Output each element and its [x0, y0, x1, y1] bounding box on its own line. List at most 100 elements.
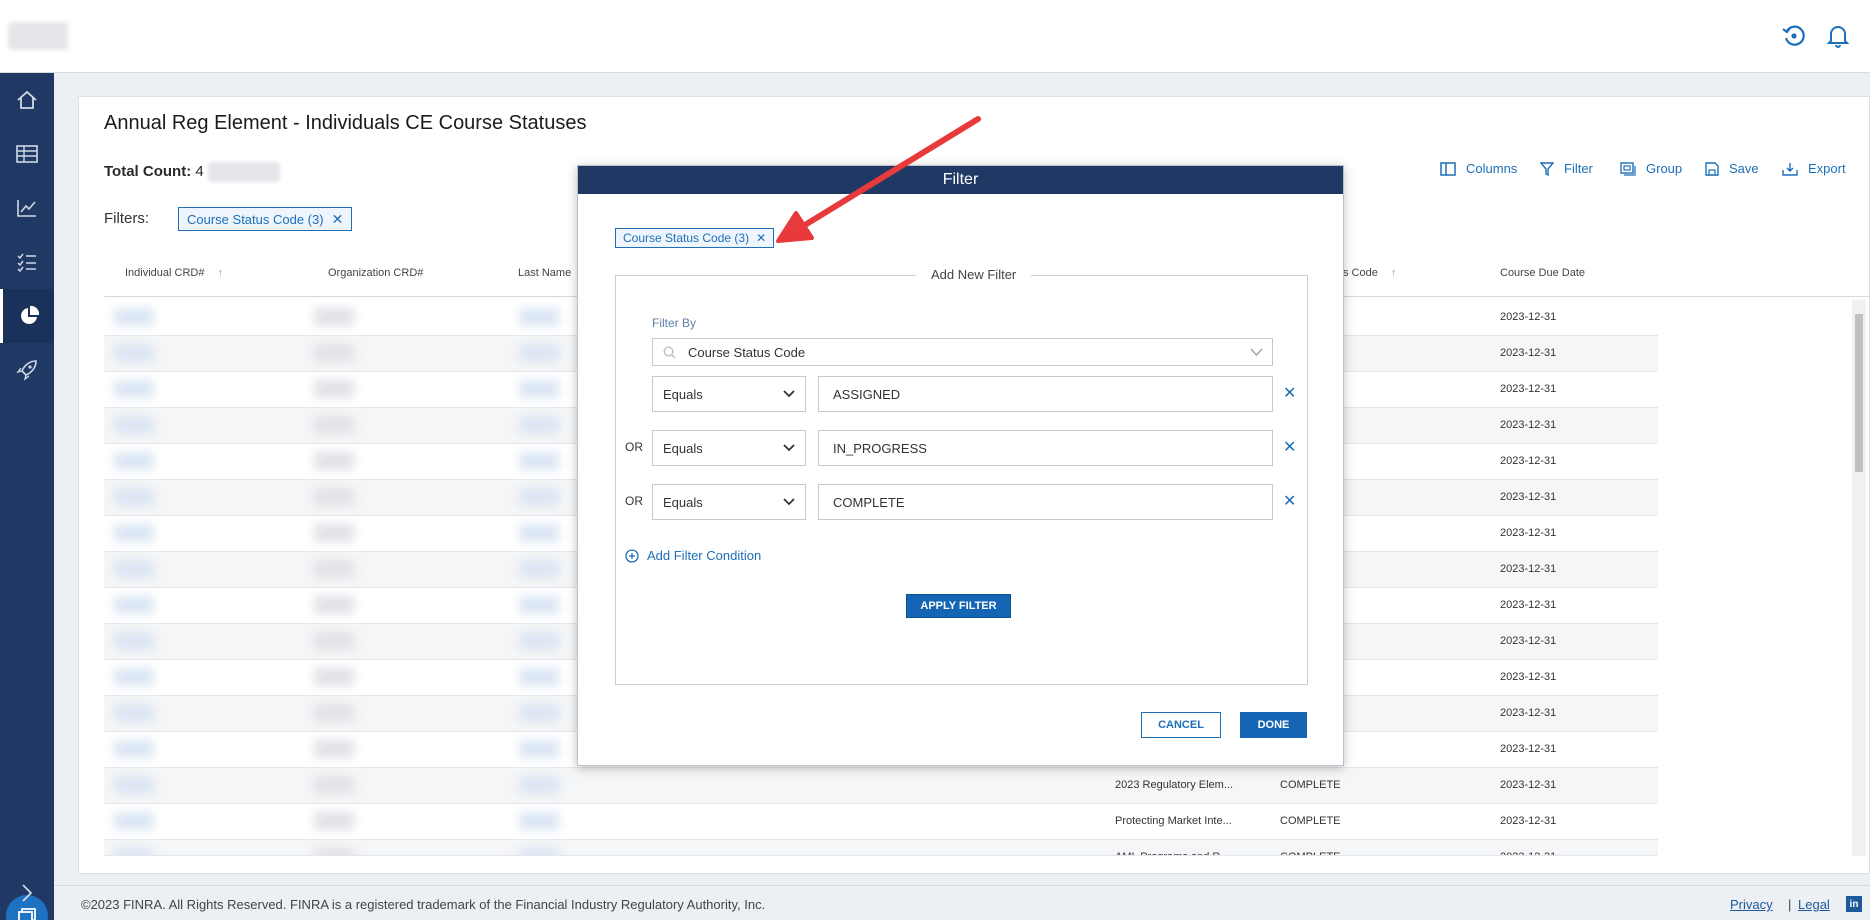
redacted-cell	[519, 308, 559, 326]
header-due-date[interactable]: Course Due Date	[1500, 267, 1585, 279]
condition-connector: OR	[625, 494, 643, 508]
redacted-cell	[114, 344, 154, 362]
footer: ©2023 FINRA. All Rights Reserved. FINRA …	[54, 885, 1870, 920]
header-status-code[interactable]: s Code ↑	[1343, 267, 1396, 279]
chevron-down-icon	[783, 390, 795, 398]
redacted-cell	[519, 848, 559, 855]
export-button[interactable]: Export	[1782, 161, 1846, 176]
due-date-cell: 2023-12-31	[1500, 527, 1557, 539]
redacted-cell	[314, 416, 354, 434]
checklist-icon[interactable]	[0, 235, 54, 289]
condition-value-input[interactable]: ASSIGNED	[818, 376, 1273, 412]
redacted-cell	[519, 776, 559, 794]
done-button[interactable]: DONE	[1240, 712, 1307, 738]
privacy-link[interactable]: Privacy	[1730, 897, 1773, 912]
grid-scrollbar[interactable]	[1852, 300, 1866, 856]
due-date-cell: 2023-12-31	[1500, 599, 1557, 611]
total-count: Total Count: 4	[104, 162, 280, 182]
operator-select[interactable]: Equals	[652, 376, 806, 412]
redacted-cell	[519, 596, 559, 614]
redacted-cell	[114, 632, 154, 650]
status-code-cell: COMPLETE	[1280, 815, 1341, 827]
redacted-cell	[314, 632, 354, 650]
redacted-cell	[114, 812, 154, 830]
add-filter-condition-link[interactable]: Add Filter Condition	[625, 548, 761, 563]
redacted-cell	[114, 488, 154, 506]
remove-filter-icon[interactable]: ✕	[756, 231, 766, 245]
due-date-cell: 2023-12-31	[1500, 383, 1557, 395]
filter-by-label: Filter By	[652, 316, 697, 330]
chevron-down-icon	[783, 498, 795, 506]
redacted-cell	[114, 524, 154, 542]
redacted-cell	[519, 668, 559, 686]
modal-filter-chip-label: Course Status Code (3)	[623, 231, 750, 245]
redacted-cell	[519, 452, 559, 470]
page-title: Annual Reg Element - Individuals CE Cour…	[104, 112, 587, 134]
redacted-cell	[314, 308, 354, 326]
history-icon[interactable]	[1778, 20, 1810, 52]
filter-by-select[interactable]: Course Status Code	[652, 338, 1273, 366]
redacted-cell	[519, 812, 559, 830]
redacted-cell	[114, 704, 154, 722]
trend-chart-icon[interactable]	[0, 181, 54, 235]
header-organization-crd[interactable]: Organization CRD#	[328, 267, 423, 279]
columns-button[interactable]: Columns	[1440, 161, 1517, 176]
modal-title: Filter	[578, 166, 1343, 194]
due-date-cell: 2023-12-31	[1500, 779, 1557, 791]
legal-link[interactable]: Legal	[1798, 897, 1830, 912]
table-row[interactable]: Protecting Market Inte... COMPLETE 2023-12…	[104, 804, 1658, 840]
condition-value-input[interactable]: IN_PROGRESS	[818, 430, 1273, 466]
filter-label: Filter	[1564, 161, 1593, 176]
sort-up-icon[interactable]: ↑	[218, 267, 224, 279]
remove-condition-icon[interactable]: ✕	[1283, 383, 1296, 403]
status-code-cell: COMPLETE	[1280, 779, 1341, 791]
filter-button[interactable]: Filter	[1540, 161, 1593, 176]
logo	[8, 22, 68, 50]
save-button[interactable]: Save	[1705, 161, 1759, 176]
save-icon	[1705, 161, 1719, 176]
active-filter-chip[interactable]: Course Status Code (3) ✕	[178, 207, 353, 231]
group-button[interactable]: Group	[1620, 161, 1682, 176]
redacted-cell	[519, 524, 559, 542]
course-name-cell: 2023 Regulatory Elem...	[1115, 779, 1234, 791]
header-last-name[interactable]: Last Name	[518, 267, 571, 279]
copyright-text: ©2023 FINRA. All Rights Reserved. FINRA …	[81, 897, 766, 912]
condition-value-input[interactable]: COMPLETE	[818, 484, 1273, 520]
redacted-cell	[314, 704, 354, 722]
search-icon	[663, 346, 676, 358]
group-icon	[1620, 161, 1636, 176]
pie-chart-icon[interactable]	[0, 289, 54, 343]
apply-filter-button[interactable]: APPLY FILTER	[906, 594, 1011, 618]
rocket-icon[interactable]	[0, 343, 54, 397]
add-new-filter-legend: Add New Filter	[916, 267, 1032, 282]
redacted-cell	[114, 740, 154, 758]
redacted-cell	[314, 740, 354, 758]
operator-select[interactable]: Equals	[652, 484, 806, 520]
chevron-right-icon[interactable]	[0, 866, 54, 920]
due-date-cell: 2023-12-31	[1500, 563, 1557, 575]
home-icon[interactable]	[0, 73, 54, 127]
header-individual-crd[interactable]: Individual CRD# ↑	[125, 267, 223, 279]
remove-filter-icon[interactable]: ✕	[332, 211, 344, 228]
redacted-cell	[519, 380, 559, 398]
cancel-button[interactable]: CANCEL	[1141, 712, 1221, 738]
redacted-cell	[519, 740, 559, 758]
remove-condition-icon[interactable]: ✕	[1283, 491, 1296, 511]
filter-icon	[1540, 161, 1554, 176]
modal-filter-chip[interactable]: Course Status Code (3) ✕	[615, 228, 775, 248]
top-bar	[0, 0, 1870, 73]
remove-condition-icon[interactable]: ✕	[1283, 437, 1296, 457]
table-row[interactable]: 2023 Regulatory Elem... COMPLETE 2023-12-3…	[104, 768, 1658, 804]
operator-select[interactable]: Equals	[652, 430, 806, 466]
redacted-cell	[314, 524, 354, 542]
bell-icon[interactable]	[1822, 20, 1854, 52]
redacted-cell	[519, 344, 559, 362]
filters-label: Filters:	[104, 210, 149, 227]
scroll-thumb[interactable]	[1855, 314, 1863, 472]
sort-up-icon[interactable]: ↑	[1391, 267, 1397, 279]
table-row[interactable]: AML Programs and R... COMPLETE 2023-12-31	[104, 840, 1658, 856]
condition-row: OR Equals COMPLETE ✕	[616, 484, 1309, 520]
data-table-icon[interactable]	[0, 127, 54, 181]
linkedin-icon[interactable]: in	[1846, 896, 1862, 912]
export-icon	[1782, 162, 1798, 176]
